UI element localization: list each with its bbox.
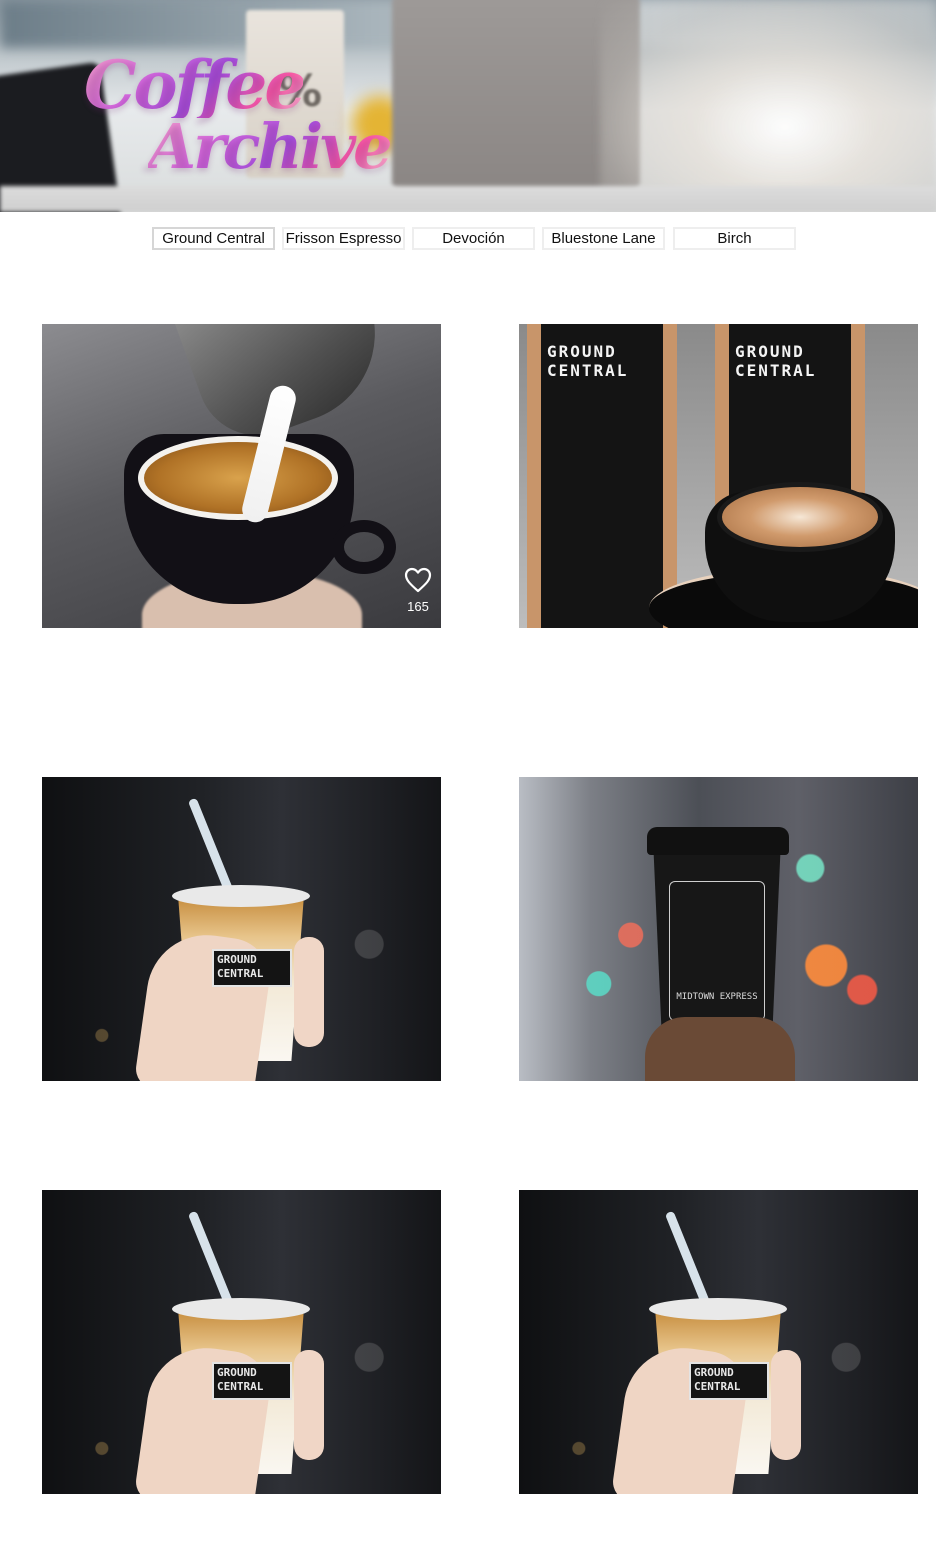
tab-devocion[interactable]: Devoción bbox=[412, 227, 535, 250]
bag-brand-text: GROUND CENTRAL bbox=[547, 342, 629, 381]
cup-logo-text: GROUND CENTRAL bbox=[212, 949, 292, 987]
cup-logo-text: GROUND CENTRAL bbox=[212, 1362, 292, 1400]
heart-outline-icon[interactable] bbox=[404, 567, 432, 593]
gallery-card[interactable]: GROUND CENTRAL bbox=[42, 777, 441, 1081]
cup-lid bbox=[647, 827, 789, 855]
coffee-bag: GROUND CENTRAL bbox=[527, 324, 677, 628]
crema bbox=[138, 436, 338, 520]
site-logo[interactable]: Coffee Archive bbox=[70, 22, 393, 194]
hand bbox=[645, 1017, 795, 1081]
logo-line-archive: Archive bbox=[148, 110, 393, 183]
tab-bluestone-lane[interactable]: Bluestone Lane bbox=[542, 227, 665, 250]
like-control[interactable]: 165 bbox=[403, 567, 433, 614]
bag-brand-text: GROUND CENTRAL bbox=[735, 342, 817, 381]
hero-blurred-glass bbox=[600, 0, 936, 212]
cup-logo-text: MIDTOWN EXPRESS bbox=[669, 881, 765, 1021]
logo-line-coffee: Coffee bbox=[84, 46, 306, 124]
gallery-card[interactable]: GROUND CENTRAL GROUND CENTRAL bbox=[519, 324, 918, 628]
like-count: 165 bbox=[407, 599, 429, 614]
gallery-card[interactable]: GROUND CENTRAL bbox=[519, 1190, 918, 1494]
cup-logo-text: GROUND CENTRAL bbox=[689, 1362, 769, 1400]
gallery-card[interactable]: MIDTOWN EXPRESS bbox=[519, 777, 918, 1081]
fingers bbox=[771, 1350, 801, 1460]
cup-lid bbox=[172, 885, 310, 907]
latte-foam bbox=[717, 482, 883, 552]
cup-handle bbox=[332, 520, 396, 574]
cup-lid bbox=[649, 1298, 787, 1320]
fingers bbox=[294, 937, 324, 1047]
cup-lid bbox=[172, 1298, 310, 1320]
tab-frisson-espresso[interactable]: Frisson Espresso bbox=[282, 227, 405, 250]
tab-birch[interactable]: Birch bbox=[673, 227, 796, 250]
tab-ground-central[interactable]: Ground Central bbox=[152, 227, 275, 250]
hero-banner: % Coffee Archive bbox=[0, 0, 936, 212]
fingers bbox=[294, 1350, 324, 1460]
gallery-card[interactable]: 165 bbox=[42, 324, 441, 628]
gallery-card[interactable]: GROUND CENTRAL bbox=[42, 1190, 441, 1494]
